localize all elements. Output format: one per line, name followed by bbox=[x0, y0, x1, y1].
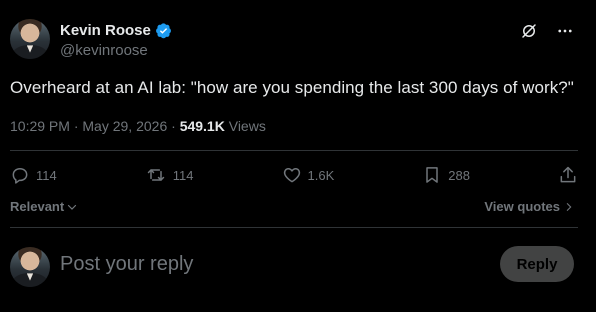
chevron-right-icon bbox=[566, 202, 572, 211]
meta-separator: · bbox=[73, 118, 79, 134]
share-button[interactable] bbox=[558, 165, 578, 185]
current-user-avatar[interactable] bbox=[10, 247, 50, 287]
view-quotes-link[interactable]: View quotes bbox=[484, 199, 574, 214]
bookmark-count: 288 bbox=[448, 167, 470, 183]
tweet-action-bar: 114 114 1.6K 288 bbox=[10, 160, 578, 190]
tweet-meta: 10:29 PM · May 29, 2026 · 549.1K Views bbox=[10, 118, 266, 134]
reply-icon bbox=[12, 168, 28, 184]
like-icon bbox=[283, 168, 300, 183]
reply-count: 114 bbox=[36, 167, 57, 183]
share-icon bbox=[560, 166, 576, 183]
divider bbox=[10, 227, 578, 228]
views-label: Views bbox=[228, 118, 266, 134]
author-name-row[interactable]: Kevin Roose bbox=[60, 22, 172, 39]
reply-submit-button[interactable]: Reply bbox=[500, 246, 574, 282]
sort-label: Relevant bbox=[10, 199, 65, 214]
more-icon[interactable] bbox=[556, 22, 574, 40]
reply-input[interactable]: Post your reply bbox=[60, 253, 193, 276]
chevron-down-icon bbox=[68, 204, 77, 210]
divider bbox=[10, 150, 578, 151]
like-count: 1.6K bbox=[307, 167, 335, 183]
like-button[interactable]: 1.6K bbox=[282, 165, 335, 185]
repost-button[interactable]: 114 bbox=[145, 165, 194, 185]
tweet-text: Overheard at an AI lab: "how are you spe… bbox=[10, 78, 574, 97]
views-count[interactable]: 549.1K bbox=[180, 118, 225, 134]
bookmark-button[interactable]: 288 bbox=[422, 165, 470, 185]
repost-icon bbox=[147, 169, 164, 181]
author-name[interactable]: Kevin Roose bbox=[60, 22, 151, 39]
bookmark-icon bbox=[426, 167, 439, 183]
tweet-time[interactable]: 10:29 PM bbox=[10, 118, 70, 134]
sort-relevant-dropdown[interactable]: Relevant bbox=[10, 199, 78, 214]
grok-icon[interactable] bbox=[520, 22, 538, 40]
author-avatar[interactable] bbox=[10, 19, 50, 59]
tweet-top-actions bbox=[520, 22, 574, 40]
verified-badge-icon[interactable] bbox=[155, 22, 172, 39]
reply-button[interactable]: 114 bbox=[10, 165, 57, 185]
view-quotes-label: View quotes bbox=[484, 199, 560, 214]
repost-count: 114 bbox=[172, 167, 194, 183]
tweet-date[interactable]: May 29, 2026 bbox=[82, 118, 167, 134]
meta-separator: · bbox=[171, 118, 176, 134]
author-handle[interactable]: @kevinroose bbox=[60, 42, 148, 59]
